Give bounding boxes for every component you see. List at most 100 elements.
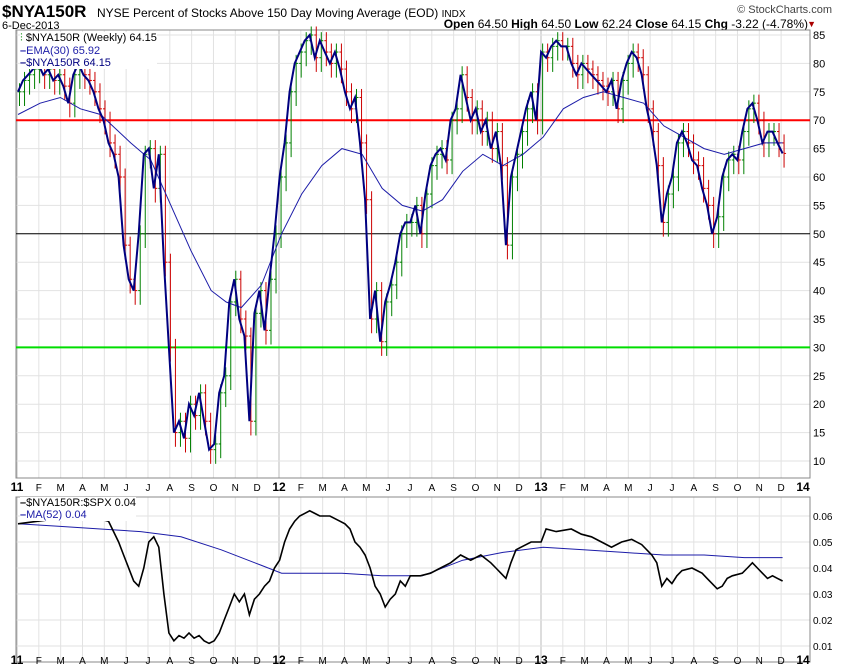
x-month-label: J <box>407 483 412 494</box>
x-year-label: 13 <box>534 653 548 667</box>
x-month-label: N <box>494 656 501 667</box>
y-tick-label: 0.06 <box>813 512 833 523</box>
main-legend: ⫶ $NYA150R (Weekly) 64.15 –EMA(30) 65.92… <box>20 32 157 69</box>
x-month-label: A <box>428 483 435 494</box>
chart-svg: 10 15 20 25 30 35 40 45 50 55 60 65 70 75 80 85 0.01 0.02… <box>11 26 833 667</box>
x-month-label: J <box>669 656 674 667</box>
x-month-label: M <box>624 656 632 667</box>
y-tick-label: 80 <box>813 58 825 70</box>
panel-border <box>15 496 811 663</box>
x-month-label: D <box>516 483 523 494</box>
ratio-legend: –$NYA150R:$SPX 0.04 –MA(52) 0.04 <box>20 497 136 521</box>
x-month-label: S <box>450 656 457 667</box>
x-month-label: J <box>648 483 653 494</box>
x-month-label: A <box>341 656 348 667</box>
x-month-label: N <box>494 483 501 494</box>
y-tick-label: 60 <box>813 172 825 184</box>
x-month-label: F <box>298 656 304 667</box>
y-tick-label: 30 <box>813 342 825 354</box>
x-month-label: M <box>100 656 108 667</box>
y-tick-label: 15 <box>813 428 825 440</box>
y-tick-label: 20 <box>813 399 825 411</box>
x-month-label: S <box>712 656 719 667</box>
x-month-label: M <box>362 656 370 667</box>
y-tick-label: 65 <box>813 144 825 156</box>
x-month-label: S <box>188 483 195 494</box>
x-month-label: J <box>145 656 150 667</box>
y-tick-label: 0.05 <box>813 538 833 549</box>
x-month-label: M <box>362 483 370 494</box>
y-tick-label: 85 <box>813 30 825 42</box>
y-tick-label: 0.04 <box>813 564 833 575</box>
x-month-label: O <box>734 483 742 494</box>
x-month-label: N <box>756 483 763 494</box>
x-month-label: J <box>648 656 653 667</box>
y-tick-label: 10 <box>813 456 825 468</box>
x-month-label: A <box>690 483 697 494</box>
y-tick-label: 0.02 <box>813 616 833 627</box>
x-month-label: M <box>624 483 632 494</box>
y-tick-label: 0.01 <box>813 642 833 653</box>
x-month-label: A <box>341 483 348 494</box>
x-month-label: F <box>36 483 42 494</box>
x-month-label: M <box>318 656 326 667</box>
x-month-label: A <box>166 656 173 667</box>
x-month-label: M <box>580 656 588 667</box>
x-month-label: J <box>386 483 391 494</box>
x-year-label: 14 <box>796 653 810 667</box>
bar-icon: ⫶ <box>20 32 23 44</box>
x-month-label: F <box>560 656 566 667</box>
x-month-label: A <box>690 656 697 667</box>
x-month-label: M <box>56 483 64 494</box>
x-month-label: N <box>232 656 239 667</box>
x-month-label: O <box>734 656 742 667</box>
x-month-label: S <box>712 483 719 494</box>
x-month-label: A <box>428 656 435 667</box>
y-tick-label: 55 <box>813 200 825 212</box>
x-year-label: 12 <box>272 480 286 494</box>
x-month-label: M <box>100 483 108 494</box>
x-month-label: A <box>166 483 173 494</box>
x-month-label: O <box>210 483 218 494</box>
x-month-label: S <box>450 483 457 494</box>
x-month-label: J <box>669 483 674 494</box>
price-line <box>17 32 784 452</box>
x-year-label: 12 <box>272 653 286 667</box>
x-month-label: J <box>145 483 150 494</box>
chart-window: $NYA150R NYSE Percent of Stocks Above 15… <box>0 0 850 668</box>
y-tick-label: 0.03 <box>813 590 833 601</box>
x-month-label: D <box>778 483 785 494</box>
x-month-label: F <box>298 483 304 494</box>
x-month-label: N <box>232 483 239 494</box>
x-month-label: J <box>124 656 129 667</box>
x-month-label: M <box>56 656 64 667</box>
x-year-label: 14 <box>796 480 810 494</box>
x-year-label: 11 <box>11 653 24 667</box>
x-month-label: O <box>210 656 218 667</box>
y-tick-label: 40 <box>813 286 825 298</box>
x-month-label: D <box>254 483 261 494</box>
panel-border <box>15 29 811 479</box>
x-month-label: J <box>407 656 412 667</box>
x-month-label: O <box>472 483 480 494</box>
y-tick-label: 45 <box>813 257 825 269</box>
x-month-label: J <box>124 483 129 494</box>
x-month-label: M <box>318 483 326 494</box>
x-month-label: D <box>254 656 261 667</box>
x-month-label: S <box>188 656 195 667</box>
y-tick-label: 75 <box>813 87 825 99</box>
x-month-label: D <box>778 656 785 667</box>
x-month-label: F <box>36 656 42 667</box>
x-month-label: A <box>603 656 610 667</box>
y-tick-label: 35 <box>813 314 825 326</box>
x-year-label: 11 <box>11 480 24 494</box>
x-month-label: A <box>79 656 86 667</box>
y-tick-label: 50 <box>813 229 825 241</box>
x-month-label: F <box>560 483 566 494</box>
y-tick-label: 25 <box>813 371 825 383</box>
x-month-label: A <box>603 483 610 494</box>
x-year-label: 13 <box>534 480 548 494</box>
x-month-label: A <box>79 483 86 494</box>
x-month-label: M <box>580 483 588 494</box>
x-month-label: N <box>756 656 763 667</box>
